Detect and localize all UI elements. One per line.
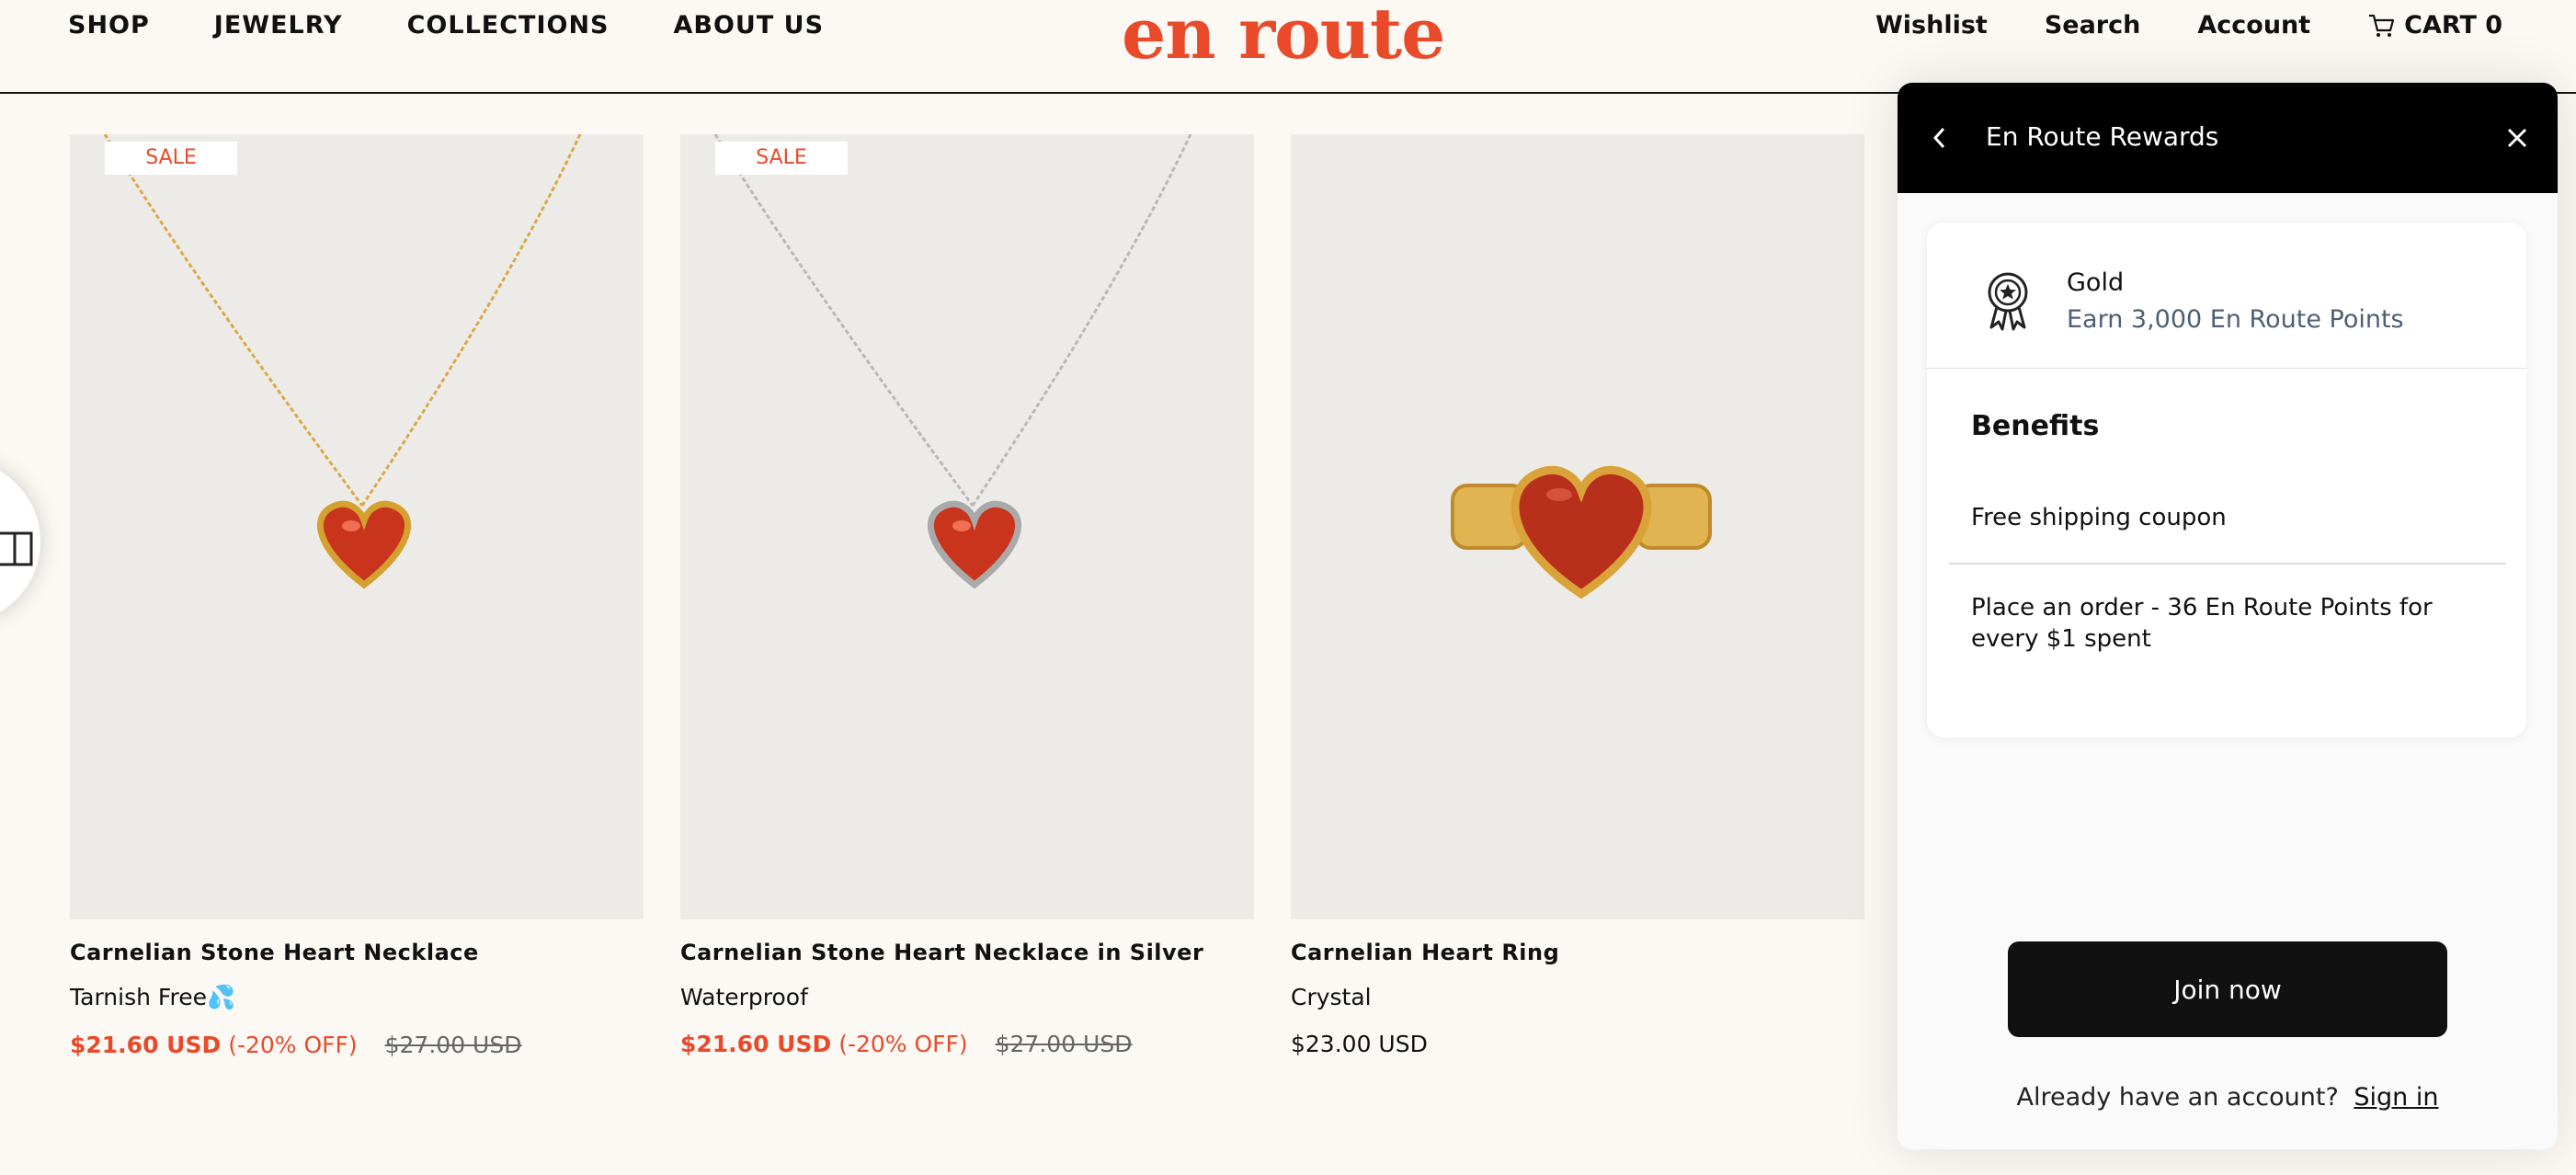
- gift-icon: [0, 531, 33, 566]
- product-price: $21.60 USD (-20% OFF) $27.00 USD: [70, 1032, 644, 1058]
- sale-price: $21.60 USD: [680, 1031, 832, 1057]
- sale-price: $21.60 USD: [70, 1032, 222, 1058]
- benefit-item: Free shipping coupon: [1971, 504, 2227, 531]
- product-name[interactable]: Carnelian Stone Heart Necklace in Silver: [680, 940, 1254, 965]
- tier-name: Gold: [2067, 268, 2125, 297]
- nav-collections[interactable]: COLLECTIONS: [407, 11, 610, 40]
- nav-jewelry[interactable]: JEWELRY: [214, 11, 343, 40]
- heart-ring-image: [1451, 465, 1712, 599]
- rewards-panel-header: En Route Rewards: [1898, 83, 2558, 193]
- discount-label: (-20% OFF): [228, 1032, 358, 1058]
- product-card[interactable]: SALE Carnelian Stone Heart Necklace Tarn…: [70, 134, 644, 1058]
- nav-about-us[interactable]: ABOUT US: [674, 11, 825, 40]
- product-price: $21.60 USD (-20% OFF) $27.00 USD: [680, 1031, 1254, 1057]
- rewards-panel: En Route Rewards Gold Earn 3,000 En Rout…: [1898, 83, 2558, 1149]
- close-icon: [2507, 128, 2527, 148]
- close-button[interactable]: [2495, 116, 2539, 160]
- product-subtitle: Crystal: [1291, 984, 1372, 1010]
- main-nav: SHOP JEWELRY COLLECTIONS ABOUT US: [68, 11, 824, 40]
- brand-logo[interactable]: en route: [1122, 0, 1446, 74]
- benefits-heading: Benefits: [1971, 410, 2100, 442]
- product-price: $23.00 USD: [1291, 1031, 1864, 1057]
- signin-prompt-text: Already have an account?: [2016, 1083, 2339, 1112]
- tier-row: Gold Earn 3,000 En Route Points: [1927, 222, 2526, 369]
- cart-icon: [2369, 14, 2395, 37]
- join-now-button[interactable]: Join now: [2008, 941, 2447, 1037]
- tier-description: Earn 3,000 En Route Points: [2067, 305, 2404, 334]
- signin-link[interactable]: Sign in: [2354, 1083, 2438, 1112]
- product-card[interactable]: SALE Carnelian Stone Heart Necklace in S…: [680, 134, 1254, 1057]
- product-subtitle: Waterproof: [680, 984, 808, 1010]
- sale-badge: SALE: [105, 142, 237, 175]
- nav-shop[interactable]: SHOP: [68, 11, 150, 40]
- rewards-title: En Route Rewards: [1986, 121, 2219, 152]
- award-ribbon-icon: [1988, 272, 2028, 331]
- product-name[interactable]: Carnelian Stone Heart Necklace: [70, 940, 644, 965]
- discount-label: (-20% OFF): [838, 1031, 968, 1057]
- wishlist-link[interactable]: Wishlist: [1875, 11, 1988, 40]
- account-link[interactable]: Account: [2197, 11, 2310, 40]
- chevron-left-icon: [1932, 127, 1945, 149]
- price: $23.00 USD: [1291, 1031, 1428, 1057]
- product-name[interactable]: Carnelian Heart Ring: [1291, 940, 1864, 965]
- product-image[interactable]: SALE: [70, 134, 644, 919]
- benefit-item: Place an order - 36 En Route Points for …: [1971, 594, 2433, 653]
- product-image[interactable]: SALE: [680, 134, 1254, 919]
- back-button[interactable]: [1918, 116, 1962, 160]
- product-subtitle: Tarnish Free💦: [70, 984, 236, 1010]
- search-link[interactable]: Search: [2045, 11, 2141, 40]
- gold-heart-necklace-image: [103, 134, 582, 589]
- rewards-launcher-button[interactable]: [0, 460, 40, 623]
- original-price: $27.00 USD: [384, 1032, 522, 1058]
- site-header: SHOP JEWELRY COLLECTIONS ABOUT US en rou…: [0, 0, 2576, 94]
- signin-prompt: Already have an account? Sign in: [1898, 1083, 2558, 1112]
- sale-badge: SALE: [715, 142, 848, 175]
- silver-heart-necklace-image: [713, 134, 1192, 589]
- tier-card: Gold Earn 3,000 En Route Points Benefits…: [1927, 222, 2526, 737]
- cart-label: CART 0: [2404, 11, 2503, 40]
- cart-link[interactable]: CART 0: [2367, 11, 2502, 40]
- original-price: $27.00 USD: [995, 1031, 1133, 1057]
- divider: [1949, 563, 2506, 565]
- product-image[interactable]: [1291, 134, 1864, 919]
- product-card[interactable]: Carnelian Heart Ring Crystal $23.00 USD: [1291, 134, 1864, 1057]
- utility-nav: Wishlist Search Account CART 0: [1875, 11, 2502, 40]
